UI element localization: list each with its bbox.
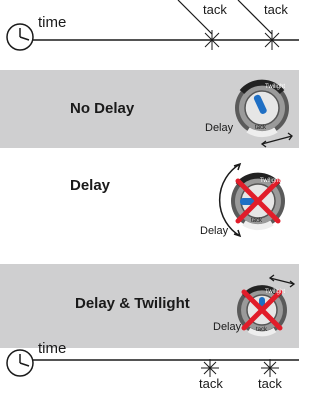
dial-top-label: Twilight <box>265 289 286 295</box>
mode-row-delay: Delay Delay Twilight tack <box>0 156 299 240</box>
dial-top-label: Twilight <box>260 178 281 184</box>
dial-graphic <box>235 79 293 148</box>
dial-bottom-label: tack <box>251 218 263 224</box>
tack-label: tack <box>199 376 223 391</box>
tack-label: tack <box>264 2 288 17</box>
clock-icon <box>6 23 34 51</box>
dial-graphic <box>218 162 285 238</box>
time-label: time <box>38 14 67 31</box>
dial-top-label: Twilight <box>265 84 286 90</box>
tack-label: tack <box>258 376 282 391</box>
tack-label: tack <box>203 2 227 17</box>
top-timeline: time tack tack <box>0 0 299 62</box>
time-label: time <box>38 340 67 357</box>
rotate-arrow-icon <box>268 274 296 288</box>
dial-bottom-label: tack <box>256 327 268 333</box>
dial-bottom-label: tack <box>255 125 267 131</box>
tack-burst-1 <box>201 359 219 377</box>
bottom-timeline: time tack tack <box>0 340 299 393</box>
top-timeline-graphic <box>6 0 299 51</box>
tack-burst-1 <box>202 30 222 50</box>
tack-burst-2 <box>261 359 279 377</box>
mode-row-delay-twilight: Delay & Twilight Delay Twilight tack <box>0 264 299 348</box>
mode-row-no-delay: No Delay Delay Twilight tack <box>0 70 299 148</box>
tack-burst-2 <box>262 30 282 50</box>
clock-icon <box>6 349 34 377</box>
dial-graphic <box>237 274 296 337</box>
